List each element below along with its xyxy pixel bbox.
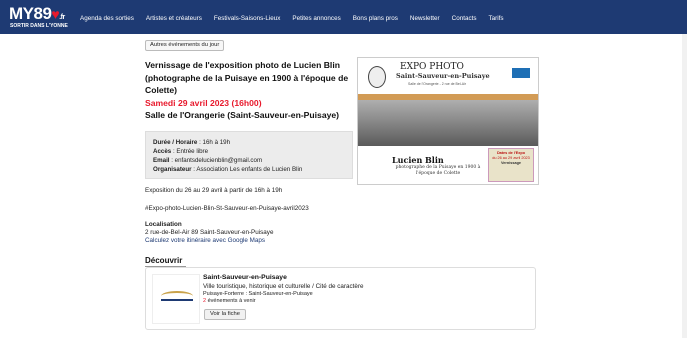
organizer-value: : Association Les enfants de Lucien Blin	[191, 166, 303, 173]
menu-item-artistes[interactable]: Artistes et créateurs	[146, 15, 202, 22]
email-value[interactable]: : enfantsdelucienblin@gmail.com	[170, 157, 262, 164]
place-card[interactable]: Saint-Sauveur-en-Puisaye Ville touristiq…	[145, 267, 536, 330]
event-venue: Salle de l'Orangerie (Saint-Sauveur-en-P…	[145, 110, 340, 120]
event-poster[interactable]: EXPO PHOTO Saint-Sauveur-en-Puisaye Sall…	[357, 57, 539, 185]
menu-item-annonces[interactable]: Petites annonces	[292, 15, 340, 22]
menu-item-newsletter[interactable]: Newsletter	[410, 15, 440, 22]
event-title: Vernissage de l'exposition photo de Luci…	[145, 60, 349, 95]
seal-icon	[368, 66, 386, 88]
poster-photo-band	[358, 94, 538, 100]
scrollbar[interactable]	[682, 34, 687, 338]
event-description: Exposition du 26 au 29 avril à partir de…	[145, 187, 283, 194]
duration-value: : 16h à 19h	[197, 139, 231, 146]
poster-title: EXPO PHOTO	[400, 62, 464, 72]
menu-item-agenda[interactable]: Agenda des sorties	[80, 15, 134, 22]
event-info-box: Durée / Horaire : 16h à 19h Accès : Entr…	[145, 131, 353, 179]
menu-item-contacts[interactable]: Contacts	[452, 15, 477, 22]
route-link[interactable]: Calculez votre itinéraire avec Google Ma…	[145, 237, 265, 244]
logo-suffix: .fr	[59, 14, 65, 21]
place-category: Ville touristique, historique et culture…	[203, 283, 364, 290]
poster-address: Salle de l'Orangerie - 2 rue de Bel-Air	[408, 82, 467, 86]
other-events-button[interactable]: Autres événements du jour	[145, 40, 225, 51]
place-location: Puisaye-Forterre : Saint-Sauveur-en-Puis…	[203, 291, 313, 297]
poster-photo	[358, 94, 538, 146]
poster-subtitle: Saint-Sauveur-en-Puisaye	[396, 72, 490, 80]
event-hashtag: #Expo-photo-Lucien-Blin-St-Sauveur-en-Pu…	[145, 205, 309, 212]
poster-name: Lucien Blin	[392, 155, 444, 165]
place-thumbnail[interactable]	[152, 274, 200, 324]
region-logo	[512, 68, 530, 78]
poster-dates-box: Dates de l'Expo du 26 au 29 avril 2023 V…	[488, 148, 534, 182]
building-icon	[161, 291, 193, 301]
menu-item-tarifs[interactable]: Tarifs	[489, 15, 504, 22]
main-menu: Agenda des sorties Artistes et créateurs…	[80, 15, 516, 22]
discover-heading: Découvrir	[145, 256, 183, 265]
top-navbar: MY89♥.fr SORTIR DANS L'YONNE Agenda des …	[0, 0, 687, 34]
logo-tagline: SORTIR DANS L'YONNE	[10, 23, 68, 29]
location-address: 2 rue-de-Bel-Air 89 Saint-Sauveur-en-Pui…	[145, 229, 274, 236]
site-logo[interactable]: MY89♥.fr SORTIR DANS L'YONNE	[9, 4, 68, 30]
poster-vernissage: Vernissage	[500, 161, 522, 165]
organizer-label: Organisateur	[153, 166, 192, 173]
email-label: Email	[153, 157, 170, 164]
access-value: : Entrée libre	[171, 148, 209, 155]
event-date: Samedi 29 avril 2023 (16h00)	[145, 98, 262, 108]
menu-item-bons-plans[interactable]: Bons plans pros	[353, 15, 398, 22]
logo-text: MY89	[9, 4, 52, 23]
access-label: Accès	[153, 148, 172, 155]
view-sheet-button[interactable]: Voir la fiche	[204, 309, 246, 320]
events-label: événements à venir	[206, 298, 256, 304]
menu-item-festivals[interactable]: Festivals-Saisons-Lieux	[214, 15, 281, 22]
place-name[interactable]: Saint-Sauveur-en-Puisaye	[203, 274, 287, 281]
location-heading: Localisation	[145, 221, 182, 228]
poster-description: photographe de la Puisaye en 1900 à l'ép…	[395, 165, 481, 176]
duration-label: Durée / Horaire	[153, 139, 198, 146]
